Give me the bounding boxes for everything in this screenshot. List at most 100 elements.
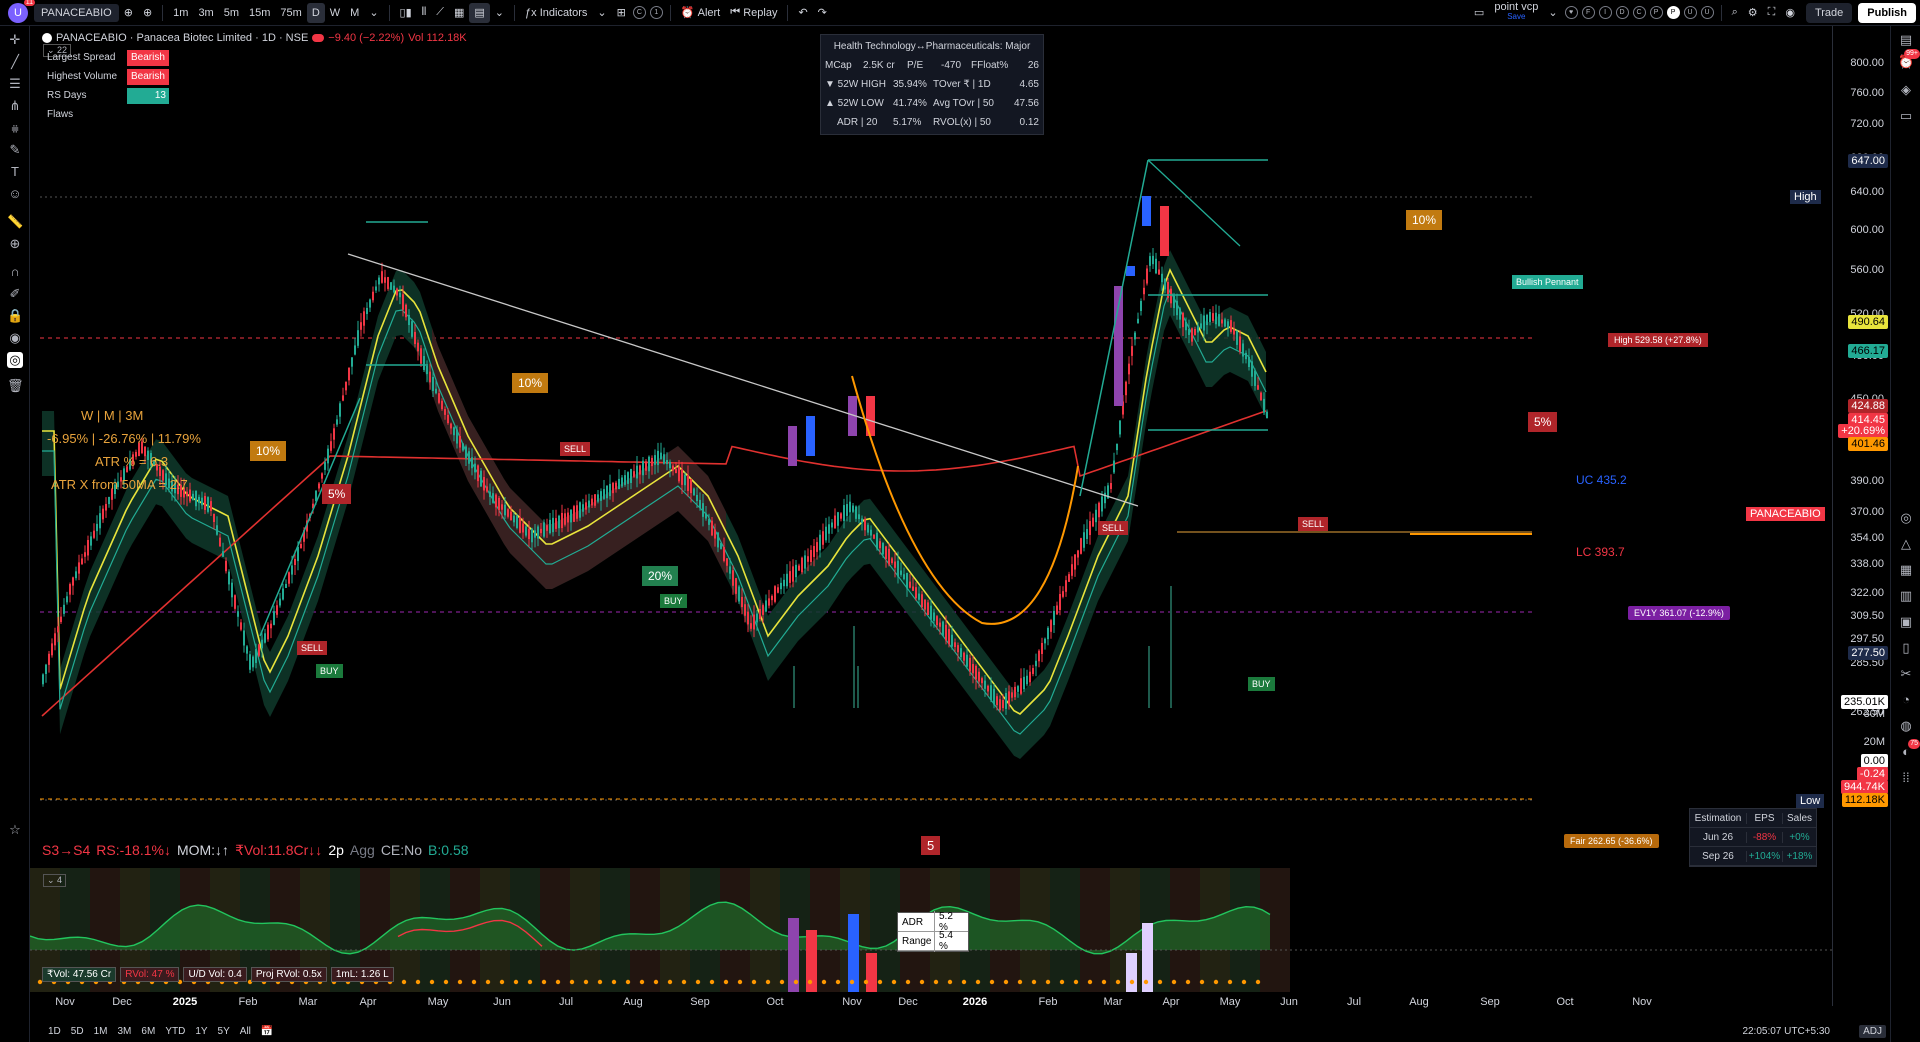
emoji-icon[interactable]: ☺	[7, 186, 23, 202]
range-1m[interactable]: 1M	[94, 1026, 108, 1037]
horizontal-lines-icon[interactable]: ☰	[7, 76, 23, 92]
tools-icon[interactable]: ✂	[1898, 666, 1914, 682]
range-1y[interactable]: 1Y	[195, 1026, 207, 1037]
time-axis[interactable]: Nov Dec 2025 Feb Mar Apr May Jun Jul Aug Sep Oct Nov…	[30, 996, 1832, 1014]
candle-body	[1218, 314, 1220, 326]
lock-icon[interactable]: 🔒	[7, 308, 23, 324]
range-ytd[interactable]: YTD	[165, 1026, 185, 1037]
fullscreen-icon[interactable]: ⛶	[1763, 3, 1781, 23]
grid-pill-c[interactable]: C	[632, 6, 646, 19]
layers-icon[interactable]: ◈	[1898, 82, 1914, 98]
object-tree-icon[interactable]: ◎	[7, 352, 23, 368]
ruler-icon[interactable]: 📏	[7, 214, 23, 230]
calculator-icon[interactable]: ▣	[1898, 614, 1914, 630]
pitchfork-icon[interactable]: ⋔	[7, 98, 23, 114]
magnet-icon[interactable]: ∩	[7, 264, 23, 280]
chat-icon[interactable]: ▭	[1898, 108, 1914, 124]
apps-icon[interactable]: ⁞⁞	[1898, 770, 1914, 786]
compare-icon[interactable]: ⊕	[138, 3, 157, 23]
range-all[interactable]: All	[240, 1026, 251, 1037]
layout-selector[interactable]: point vcp Save	[1489, 1, 1543, 23]
circle-p2[interactable]: P	[1666, 6, 1680, 19]
candle-body	[969, 657, 971, 672]
range-3m[interactable]: 3M	[118, 1026, 132, 1037]
triangle-icon[interactable]: △	[1898, 536, 1914, 552]
layout-save: Save	[1507, 11, 1526, 21]
interval-3m[interactable]: 3m	[193, 3, 218, 23]
settings-icon[interactable]: ⚙	[1743, 3, 1763, 23]
grid-pill-1[interactable]: 1	[649, 6, 663, 19]
interval-75m[interactable]: 75m	[275, 3, 306, 23]
data-icon[interactable]: ▥	[1898, 588, 1914, 604]
vol-pane-toggle[interactable]: ⌄ 4	[43, 874, 67, 887]
star-icon[interactable]: ☆	[7, 822, 23, 838]
fib-icon[interactable]: ⩷	[7, 120, 23, 136]
layout-icon[interactable]: ▭	[1469, 3, 1489, 23]
globe-icon[interactable]: ◍	[1898, 718, 1914, 734]
brush-icon[interactable]: ✎	[7, 142, 23, 158]
circle-u1[interactable]: U	[1683, 6, 1697, 19]
atr-multiple: ATR X from 50MA = 2.7	[51, 477, 188, 492]
candle-body	[426, 365, 428, 375]
favorite-icon[interactable]: ♥	[1564, 6, 1578, 19]
range-5y[interactable]: 5Y	[218, 1026, 230, 1037]
interval-d[interactable]: D	[306, 2, 325, 23]
indicators-button[interactable]: ƒx Indicators	[520, 3, 592, 23]
layout-dropdown-icon[interactable]: ⌄	[1543, 3, 1562, 23]
notifications-icon[interactable]: ◐ 75	[1898, 739, 1920, 760]
interval-w[interactable]: W	[325, 3, 345, 23]
draw-mode-icon[interactable]: ✐	[7, 286, 23, 302]
interval-m[interactable]: M	[345, 3, 364, 23]
line-icon[interactable]: ⟋	[431, 3, 449, 23]
interval-1m[interactable]: 1m	[168, 3, 193, 23]
interval-15m[interactable]: 15m	[244, 3, 275, 23]
price-scale[interactable]: 800.00760.00720.00680.00640.00600.00560.…	[1832, 26, 1890, 1006]
circle-p1[interactable]: P	[1649, 6, 1663, 19]
symbol-search[interactable]: PANACEABIO	[34, 3, 119, 22]
trade-button[interactable]: Trade	[1805, 2, 1853, 23]
adj-toggle[interactable]: ADJ	[1859, 1025, 1886, 1038]
calendar-icon[interactable]: ▦	[1898, 562, 1914, 578]
circle-u2[interactable]: U	[1700, 6, 1714, 19]
candle-body	[1260, 392, 1262, 401]
goto-date-icon[interactable]: 📅	[261, 1026, 273, 1037]
target-icon[interactable]: ◎	[1898, 510, 1914, 526]
interval-dropdown-icon[interactable]: ⌄	[364, 3, 383, 23]
text-icon[interactable]: T	[7, 164, 23, 180]
zoom-in-icon[interactable]: ⊕	[7, 236, 23, 252]
watchlist-icon[interactable]: ▤	[1898, 32, 1914, 48]
book-icon[interactable]: ▯	[1898, 640, 1914, 656]
symbol-description[interactable]: PANACEABIO · Panacea Biotec Limited · 1D…	[56, 32, 308, 44]
undo-icon[interactable]: ↶	[793, 3, 812, 23]
trash-icon[interactable]: 🗑	[7, 378, 24, 394]
heikin-icon[interactable]: ▦	[449, 3, 469, 23]
chart-type-icon[interactable]: ▤	[469, 2, 490, 23]
add-symbol-icon[interactable]: ⊕	[119, 3, 138, 23]
trendline-icon[interactable]: ╱	[7, 54, 23, 70]
eye-icon[interactable]: ◉	[7, 330, 23, 346]
signal-icon[interactable]: ◔	[1898, 692, 1914, 708]
candle-body	[333, 428, 335, 440]
circle-d[interactable]: D	[1615, 6, 1629, 19]
indicators-dropdown-icon[interactable]: ⌄	[592, 3, 611, 23]
alert-button[interactable]: ⏰ Alert	[676, 3, 725, 23]
range-1d[interactable]: 1D	[48, 1026, 61, 1037]
range-6m[interactable]: 6M	[141, 1026, 155, 1037]
circle-c[interactable]: C	[1632, 6, 1646, 19]
publish-button[interactable]: Publish	[1858, 2, 1916, 23]
crosshair-icon[interactable]: ✛	[7, 32, 23, 48]
camera-icon[interactable]: ◉	[1780, 3, 1800, 23]
circle-i[interactable]: I	[1598, 6, 1612, 19]
circle-f[interactable]: F	[1581, 6, 1595, 19]
user-avatar[interactable]: U 11	[8, 0, 35, 23]
quick-search-icon[interactable]: ⌕	[1727, 3, 1743, 23]
redo-icon[interactable]: ↷	[813, 3, 832, 23]
templates-icon[interactable]: ⊞	[612, 3, 631, 23]
candles-icon[interactable]: ▯▮	[395, 3, 417, 23]
bars-icon[interactable]: ⫴	[417, 3, 432, 23]
replay-button[interactable]: ⏮ Replay	[725, 3, 782, 23]
range-5d[interactable]: 5D	[71, 1026, 84, 1037]
chart-type-dropdown-icon[interactable]: ⌄	[490, 3, 509, 23]
interval-5m[interactable]: 5m	[219, 3, 244, 23]
alerts-icon[interactable]: ⏰ 99+	[1898, 49, 1920, 70]
